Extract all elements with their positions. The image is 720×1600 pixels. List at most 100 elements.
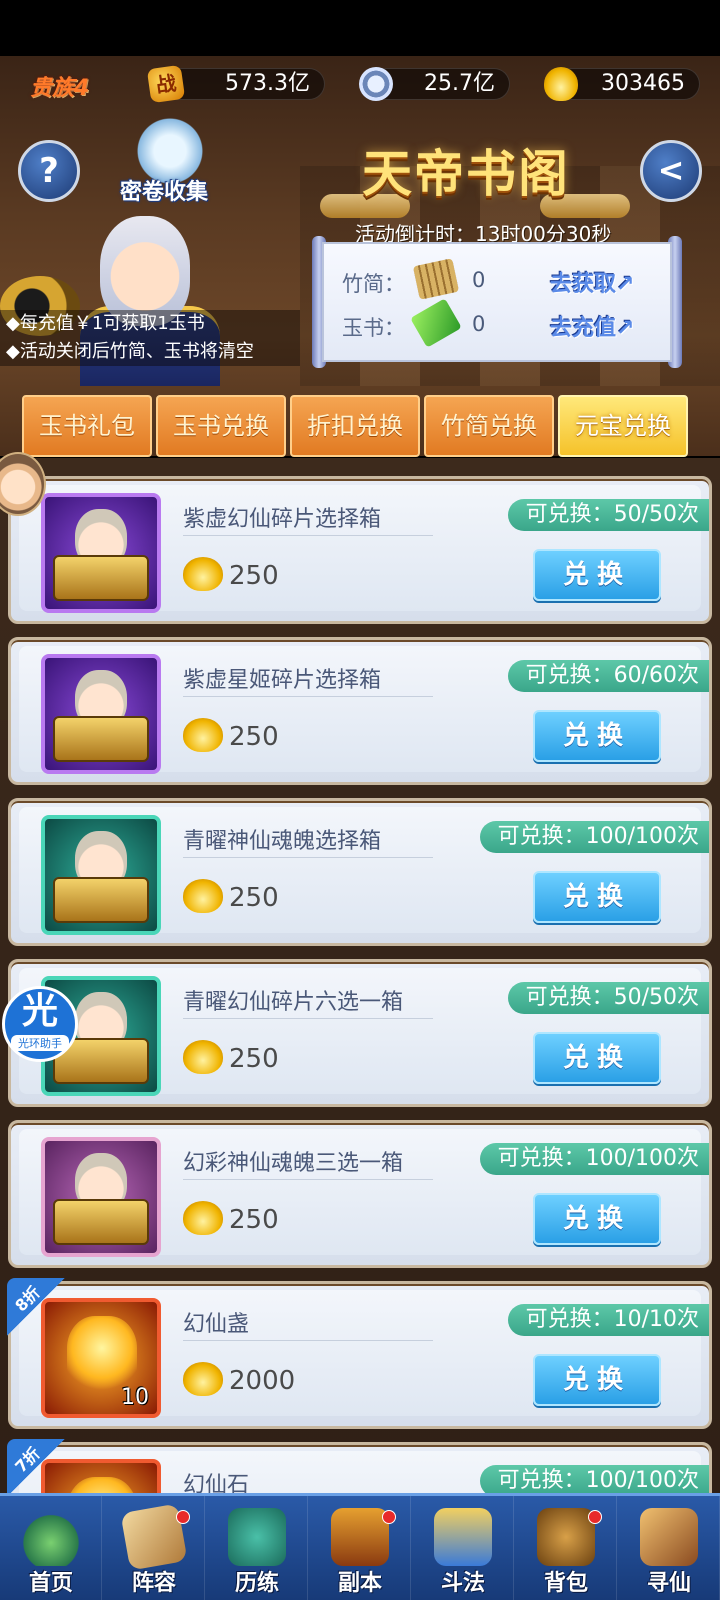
gold-value: 303465 — [601, 71, 685, 96]
item-thumbnail[interactable] — [41, 654, 161, 774]
gold-ingot-icon — [183, 557, 223, 591]
exchange-button[interactable]: 兑换 — [533, 1193, 661, 1245]
gold-ingot-icon — [544, 67, 578, 101]
list-item: 紫虚星姬碎片选择箱 250 可兑换：60/60次 兑换 — [8, 637, 712, 785]
battle-power-icon: 战 — [146, 64, 186, 104]
gold-ingot-icon — [183, 718, 223, 752]
nav-battle[interactable]: 斗法 — [412, 1496, 514, 1600]
helper-label: 光环助手 — [11, 1035, 69, 1051]
item-price: 250 — [229, 561, 279, 591]
coin-value: 25.7亿 — [424, 71, 495, 96]
bamboo-slip-icon — [412, 258, 460, 300]
treasure-chest-icon — [53, 877, 149, 923]
nav-seek-immortal[interactable]: 寻仙 — [618, 1496, 720, 1600]
help-button[interactable]: ? — [18, 140, 80, 202]
nav-lineup[interactable]: 阵容 — [103, 1496, 205, 1600]
item-name: 青曜神仙魂魄选择箱 — [183, 829, 382, 854]
nav-bag[interactable]: 背包 — [515, 1496, 617, 1600]
currency-scroll-panel: 竹简： 0 去获取↗ 玉书： 0 去充值↗ — [312, 236, 682, 368]
dungeon-icon — [331, 1508, 389, 1566]
list-item: 幻彩神仙魂魄三选一箱 250 可兑换：100/100次 兑换 — [8, 1120, 712, 1268]
exchange-limit-badge: 可兑换：60/60次 — [507, 660, 709, 692]
item-price: 250 — [229, 722, 279, 752]
recharge-link[interactable]: 去充值↗ — [550, 310, 634, 342]
item-thumbnail[interactable] — [41, 493, 161, 613]
jade-label: 玉书： — [342, 316, 405, 340]
item-price: 250 — [229, 883, 279, 913]
exchange-tabs: 玉书礼包 玉书兑换 折扣兑换 竹简兑换 元宝兑换 — [22, 395, 698, 457]
bag-icon — [537, 1508, 595, 1566]
battle-power-value: 573.3亿 — [225, 71, 310, 96]
get-bamboo-link[interactable]: 去获取↗ — [550, 266, 634, 298]
item-thumbnail[interactable] — [41, 1137, 161, 1257]
event-note: ◆活动关闭后竹简、玉书将清空 — [0, 338, 300, 366]
exchange-button[interactable]: 兑换 — [533, 871, 661, 923]
exchange-button[interactable]: 兑换 — [533, 1032, 661, 1084]
item-name: 紫虚幻仙碎片选择箱 — [183, 507, 382, 532]
tab-bamboo-exchange[interactable]: 竹简兑换 — [424, 395, 554, 457]
home-icon — [22, 1508, 80, 1566]
resource-bar: 贵族4 战 573.3亿 25.7亿 303465 — [0, 64, 720, 106]
back-button[interactable]: < — [640, 140, 702, 202]
exchange-limit-badge: 可兑换：50/50次 — [507, 982, 709, 1014]
treasure-chest-icon — [53, 555, 149, 601]
item-price: 2000 — [229, 1366, 296, 1396]
exchange-list[interactable]: 紫虚幻仙碎片选择箱 250 可兑换：50/50次 兑换 紫虚星姬碎片选择箱 25… — [0, 458, 720, 1493]
nav-label: 背包 — [543, 1571, 588, 1596]
page-title: 天帝书阁 — [362, 145, 570, 203]
item-name: 青曜幻仙碎片六选一箱 — [183, 990, 404, 1015]
jade-book-icon — [410, 298, 462, 348]
bottom-nav: 首页 阵容 历练 副本 斗法 背包 寻仙 — [0, 1493, 720, 1600]
exchange-button[interactable]: 兑换 — [533, 710, 661, 762]
tab-gold-exchange[interactable]: 元宝兑换 — [558, 395, 688, 457]
treasure-chest-icon — [53, 716, 149, 762]
nav-dungeon[interactable]: 副本 — [309, 1496, 411, 1600]
item-name: 幻彩神仙魂魄三选一箱 — [183, 1151, 404, 1176]
item-name: 幻仙盏 — [183, 1312, 250, 1337]
item-thumbnail[interactable] — [41, 815, 161, 935]
guanghuan-helper-button[interactable]: 光 光环助手 — [2, 986, 78, 1062]
scroll-collection-label[interactable]: 密卷收集 — [120, 174, 208, 206]
notification-dot — [382, 1510, 396, 1524]
gold-ingot-icon — [183, 1362, 223, 1396]
nav-label: 首页 — [28, 1571, 73, 1596]
tab-discount-exchange[interactable]: 折扣兑换 — [290, 395, 420, 457]
event-note: ◆每充值￥1可获取1玉书 — [0, 310, 300, 338]
nav-label: 斗法 — [440, 1571, 485, 1596]
copper-coin-icon — [359, 67, 393, 101]
list-item: 青曜幻仙碎片六选一箱 250 可兑换：50/50次 兑换 — [8, 959, 712, 1107]
lotus-lamp-icon — [67, 1316, 137, 1396]
status-bar — [0, 0, 720, 56]
nav-home[interactable]: 首页 — [0, 1496, 102, 1600]
gold-ingot-icon — [183, 1201, 223, 1235]
exchange-button[interactable]: 兑换 — [533, 1354, 661, 1406]
list-item: 青曜神仙魂魄选择箱 250 可兑换：100/100次 兑换 — [8, 798, 712, 946]
battle-icon — [434, 1508, 492, 1566]
battle-power: 战 573.3亿 — [146, 64, 325, 104]
exchange-button[interactable]: 兑换 — [533, 549, 661, 601]
notification-dot — [176, 1510, 190, 1524]
item-quantity: 10 — [121, 1385, 149, 1410]
nav-training[interactable]: 历练 — [206, 1496, 308, 1600]
list-item: 紫虚幻仙碎片选择箱 250 可兑换：50/50次 兑换 — [8, 476, 712, 624]
training-icon — [228, 1508, 286, 1566]
list-item: 7折 幻仙石 可兑换：100/100次 — [7, 1439, 712, 1493]
gold-balance[interactable]: 303465 — [544, 67, 700, 101]
nav-label: 寻仙 — [646, 1571, 691, 1596]
item-price: 250 — [229, 1044, 279, 1074]
tab-jade-exchange[interactable]: 玉书兑换 — [156, 395, 286, 457]
bamboo-row: 竹简： 0 去获取↗ — [342, 258, 672, 300]
nav-label: 副本 — [337, 1571, 382, 1596]
gold-ingot-icon — [183, 879, 223, 913]
tab-jade-gift[interactable]: 玉书礼包 — [22, 395, 152, 457]
exchange-limit-badge: 可兑换：100/100次 — [479, 1143, 709, 1175]
vip-level[interactable]: 贵族4 — [30, 70, 89, 102]
exchange-limit-badge: 可兑换：100/100次 — [479, 1465, 709, 1493]
list-item: 10 8折 幻仙盏 2000 可兑换：10/10次 兑换 — [7, 1278, 712, 1429]
exchange-limit-badge: 可兑换：50/50次 — [507, 499, 709, 531]
seek-immortal-icon — [640, 1508, 698, 1566]
item-price: 250 — [229, 1205, 279, 1235]
nav-label: 阵容 — [131, 1571, 176, 1596]
coin-balance[interactable]: 25.7亿 — [359, 67, 510, 101]
nav-label: 历练 — [234, 1571, 279, 1596]
